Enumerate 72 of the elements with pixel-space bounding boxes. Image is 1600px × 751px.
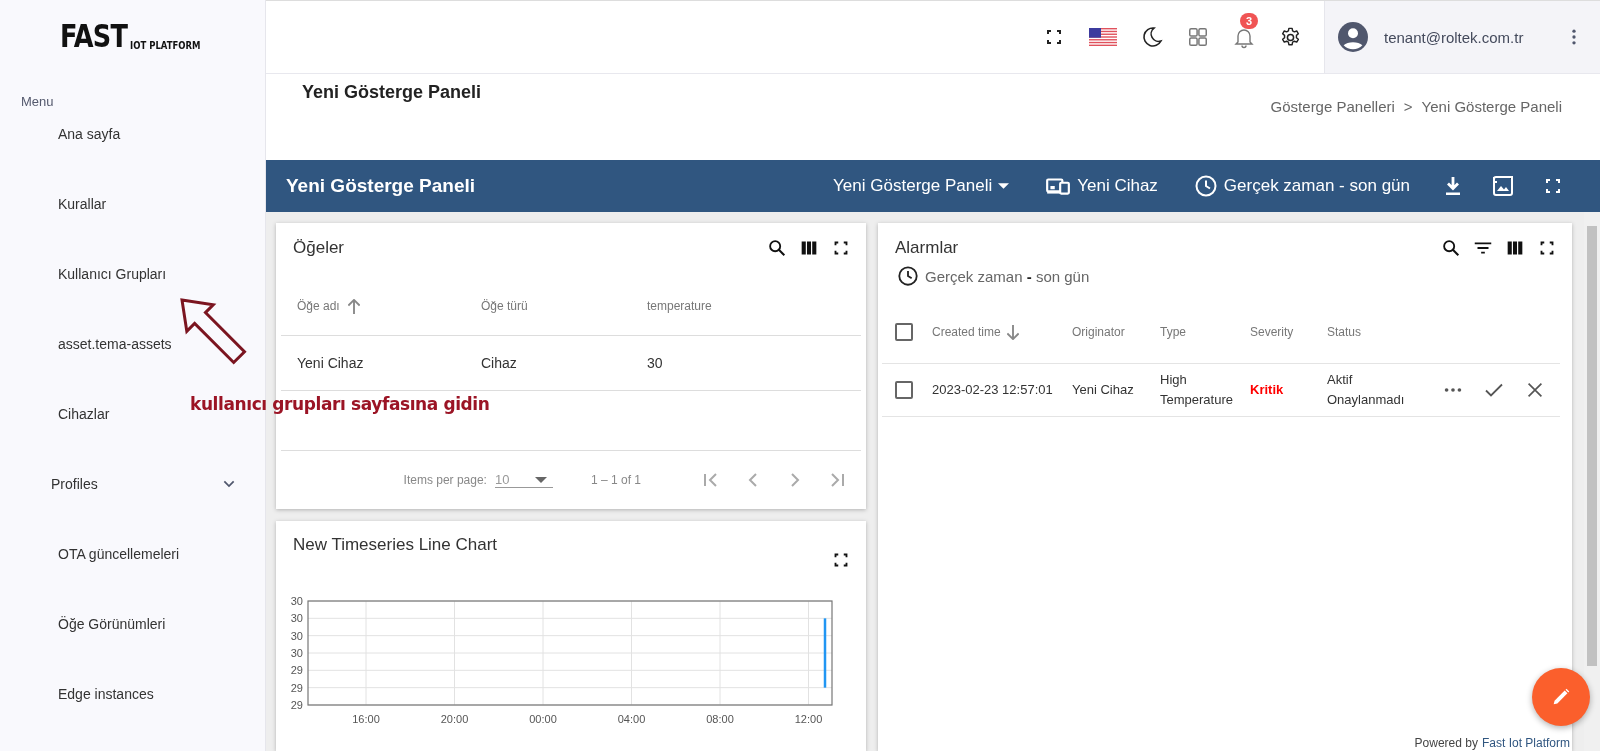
chart-line	[823, 618, 827, 688]
logo: FASTIOT PLATFORM	[60, 20, 202, 52]
nav-item[interactable]: Kurallar	[0, 194, 265, 214]
dashboard-title: Yeni Gösterge Paneli	[286, 175, 477, 197]
severity-label: Kritik	[1249, 380, 1285, 399]
x-tick-label: 20:00	[440, 713, 469, 725]
us-flag-icon[interactable]	[1089, 28, 1117, 46]
caret-icon	[534, 476, 547, 483]
menu-heading: Menu	[21, 94, 55, 109]
moon-icon[interactable]	[1140, 25, 1164, 49]
clock-icon	[1193, 174, 1218, 198]
search-icon[interactable]	[766, 237, 788, 259]
table-cell-text: 2023-02-23 12:57:01	[931, 380, 1054, 399]
breadcrumb-item: Yeni Gösterge Paneli	[1421, 98, 1562, 117]
table-cell-text: Cihaz	[480, 355, 518, 371]
checkbox[interactable]	[895, 323, 913, 341]
timewindow-label: Gerçek zaman - son gün	[925, 267, 1090, 285]
brand-link[interactable]: Fast Iot Platform	[1481, 736, 1570, 750]
y-tick-label: 29	[290, 699, 303, 711]
page-title: Yeni Gösterge Paneli	[302, 82, 482, 104]
column-header[interactable]: temperature	[631, 299, 861, 313]
powered-by-label: Powered by	[1414, 736, 1478, 750]
y-tick-label: 29	[290, 664, 303, 677]
y-tick-label: 30	[290, 595, 303, 607]
image-icon[interactable]	[1491, 174, 1515, 198]
column-header[interactable]: Originator	[1060, 325, 1148, 339]
caret-icon	[998, 183, 1010, 189]
table-cell-text: Aktif Onaylanmadı	[1326, 370, 1406, 409]
table-cell-text: Yeni Cihaz	[296, 355, 365, 371]
widget-title: New Timeseries Line Chart	[293, 535, 498, 555]
grid-icon[interactable]	[1187, 26, 1209, 48]
breadcrumb-item[interactable]: Gösterge Panelleri	[1270, 98, 1395, 160]
breadcrumb-separator: >	[1403, 98, 1413, 117]
y-tick-label: 30	[290, 629, 303, 642]
timewindow-button[interactable]: Gerçek zaman - son gün	[1193, 174, 1410, 198]
notification-badge: 3	[1240, 13, 1259, 29]
y-tick-label: 30	[290, 647, 303, 659]
table-cell-text: 30	[646, 355, 664, 371]
column-header[interactable]: Öğe adı	[281, 298, 465, 314]
checkbox[interactable]	[895, 381, 913, 399]
y-tick-label: 29	[290, 681, 303, 694]
x-tick-label: 12:00	[794, 713, 823, 725]
table-cell-text: High Temperature	[1159, 370, 1234, 409]
column-header[interactable]: Status	[1315, 325, 1419, 339]
x-tick-label: 16:00	[352, 713, 380, 725]
x-tick-label: 08:00	[706, 713, 734, 725]
nav-item[interactable]: Öğe Görünümleri	[0, 614, 265, 634]
x-tick-label: 04:00	[617, 713, 646, 725]
items-per-page-label: Items per page:	[403, 473, 487, 487]
user-menu[interactable]: tenant@roltek.com.tr	[1324, 1, 1600, 73]
column-header[interactable]: Type	[1148, 325, 1238, 339]
x-tick-label: 00:00	[529, 713, 557, 725]
column-header[interactable]: Öğe türü	[465, 299, 631, 313]
column-header[interactable]: Severity	[1238, 325, 1315, 339]
widget-title: Öğeler	[293, 238, 345, 258]
annotation-text: kullanıcı grupları sayfasına gidin	[190, 394, 490, 414]
entity-button[interactable]: Yeni Cihaz	[1045, 173, 1158, 199]
page-range: 1 – 1 of 1	[590, 473, 641, 487]
nav-item[interactable]: OTA güncellemeleri	[0, 544, 265, 564]
widget-title: Alarmlar	[895, 238, 959, 258]
clock-icon	[897, 265, 919, 287]
y-tick-label: 30	[290, 612, 303, 625]
nav-item[interactable]: Ana sayfa	[0, 124, 265, 144]
avatar-icon	[1338, 22, 1368, 52]
nav-item[interactable]: Edge instances	[0, 684, 265, 704]
nav-item[interactable]: Kullanıcı Grupları	[0, 264, 265, 284]
nav-group-toggle[interactable]: Profiles	[0, 474, 265, 494]
dashboard-select[interactable]: Yeni Gösterge Paneli	[833, 176, 1010, 196]
table-cell-text: Yeni Cihaz	[1071, 380, 1135, 399]
search-icon[interactable]	[1440, 237, 1462, 259]
nav-item[interactable]: asset.tema-assets	[0, 334, 265, 354]
column-header[interactable]: Created time	[920, 324, 1060, 340]
